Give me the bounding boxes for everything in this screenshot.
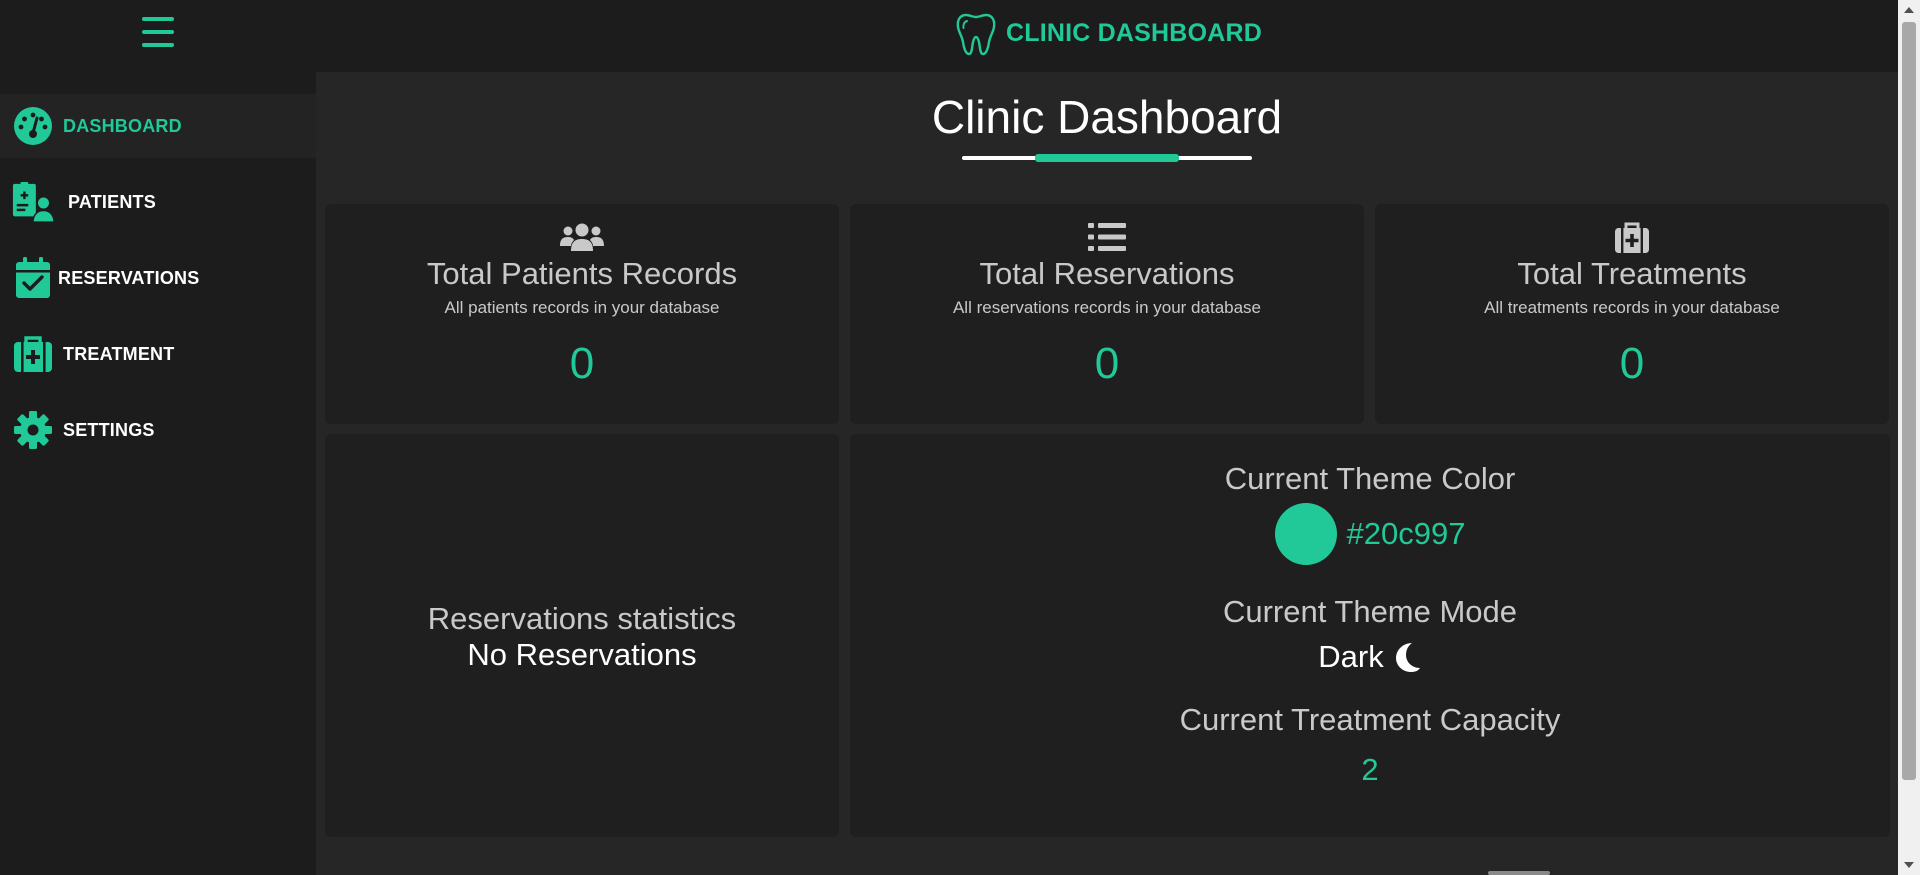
gear-icon (12, 409, 54, 451)
stat-card-reservations: Total Reservations All reservations reco… (850, 204, 1364, 424)
treatment-capacity-label: Current Treatment Capacity (1179, 702, 1561, 737)
users-icon (325, 222, 839, 252)
page-title: Clinic Dashboard (931, 91, 1283, 143)
stat-title: Total Patients Records (426, 256, 738, 291)
stat-title: Total Treatments (1517, 256, 1747, 291)
moon-icon (1395, 643, 1420, 672)
sidebar-item-patients[interactable]: PATIENTS (0, 170, 316, 234)
sidebar: DASHBOARD PATIENTS RESERVATIONS TREATMEN… (0, 72, 316, 875)
sidebar-item-settings[interactable]: SETTINGS (0, 398, 316, 462)
theme-color-row: #20c997 (850, 502, 1890, 566)
vertical-scrollbar[interactable] (1898, 0, 1920, 875)
medkit-icon (12, 333, 54, 375)
sidebar-item-label: RESERVATIONS (58, 267, 200, 288)
sidebar-item-label: SETTINGS (63, 419, 155, 440)
theme-mode-row: Dark (850, 637, 1890, 677)
scroll-up-arrow-icon[interactable] (1904, 7, 1914, 13)
sidebar-item-dashboard[interactable]: DASHBOARD (0, 94, 316, 158)
tooth-icon (956, 13, 996, 56)
theme-settings-card: Current Theme Color #20c997 Current Them… (850, 434, 1890, 837)
sidebar-item-label: DASHBOARD (63, 115, 182, 136)
scrollbar-thumb[interactable] (1902, 22, 1916, 780)
theme-mode-label: Current Theme Mode (1222, 594, 1518, 629)
scroll-down-arrow-icon[interactable] (1904, 862, 1914, 868)
stat-value: 0 (1094, 339, 1120, 388)
stat-value: 0 (1619, 339, 1645, 388)
reservations-statistics-card: Reservations statistics No Reservations (325, 434, 839, 837)
stat-subtitle: All reservations records in your databas… (952, 298, 1262, 317)
theme-mode-value: Dark (1318, 639, 1384, 674)
stat-card-treatments: Total Treatments All treatments records … (1375, 204, 1889, 424)
reservations-statistics-title: Reservations statistics (427, 601, 737, 636)
stat-title: Total Reservations (979, 256, 1235, 291)
sidebar-item-reservations[interactable]: RESERVATIONS (0, 246, 316, 310)
stat-subtitle: All treatments records in your database (1484, 298, 1780, 317)
sidebar-item-label: PATIENTS (68, 191, 156, 212)
medkit-icon (1375, 222, 1889, 253)
hamburger-menu-icon[interactable] (142, 17, 174, 47)
patient-records-icon (12, 181, 54, 223)
stat-value: 0 (569, 339, 595, 388)
theme-color-swatch (1274, 503, 1337, 565)
main-content: Clinic Dashboard Total Patients Records … (316, 72, 1898, 875)
theme-color-label: Current Theme Color (1224, 461, 1516, 496)
reservations-empty-text: No Reservations (467, 637, 697, 672)
top-bar: CLINIC DASHBOARD (0, 0, 1898, 72)
horizontal-scrollbar-thumb[interactable] (1488, 871, 1550, 875)
brand-title: CLINIC DASHBOARD (1006, 18, 1262, 47)
title-underline-accent (1035, 154, 1179, 162)
brand[interactable]: CLINIC DASHBOARD (952, 8, 1262, 58)
sidebar-item-treatment[interactable]: TREATMENT (0, 322, 316, 386)
calendar-check-icon (12, 257, 54, 299)
title-underline (962, 154, 1252, 162)
gauge-icon (12, 105, 54, 147)
treatment-capacity-value: 2 (1361, 752, 1379, 787)
sidebar-item-label: TREATMENT (63, 343, 175, 364)
theme-color-value: #20c997 (1346, 516, 1466, 551)
list-icon (850, 222, 1364, 252)
stat-card-patients: Total Patients Records All patients reco… (325, 204, 839, 424)
stat-subtitle: All patients records in your database (444, 298, 720, 317)
